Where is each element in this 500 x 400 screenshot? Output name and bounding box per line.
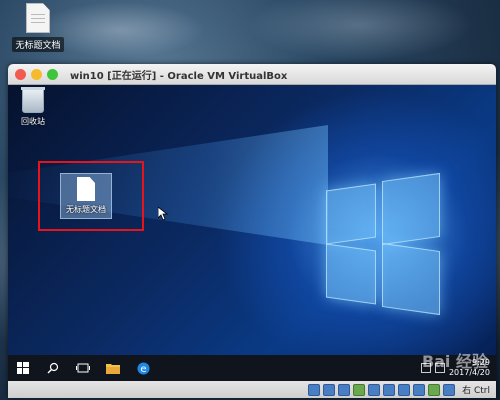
audio-icon[interactable] [338,383,351,396]
hard-disk-icon[interactable] [308,383,321,396]
host-desktop-file-icon[interactable]: 无标题文档 [10,3,66,52]
window-title: win10 [正在运行] - Oracle VM VirtualBox [70,70,288,82]
logo-pane [326,183,376,245]
task-view-icon[interactable] [68,355,98,381]
edge-browser-icon[interactable]: e [128,355,158,381]
cpu-activity-icon[interactable] [428,383,441,396]
mouse-cursor-icon [158,207,168,221]
optical-drive-icon[interactable] [323,383,336,396]
windows-start-icon[interactable] [8,355,38,381]
search-icon[interactable] [38,355,68,381]
host-file-label: 无标题文档 [12,37,64,52]
guest-document-icon[interactable]: 无标题文档 [60,173,112,219]
file-explorer-icon[interactable] [98,355,128,381]
video-capture-icon[interactable] [413,383,426,396]
guest-desktop[interactable]: 回收站 无标题文档 [8,85,496,355]
window-titlebar[interactable]: win10 [正在运行] - Oracle VM VirtualBox [8,64,496,85]
baidu-watermark: Bai 经验 [421,352,488,371]
mouse-integration-icon[interactable] [443,383,456,396]
display-icon[interactable] [398,383,411,396]
logo-pane [382,172,440,246]
guest-document-label: 无标题文档 [66,205,106,214]
logo-pane [382,242,440,316]
recycle-bin-label: 回收站 [21,117,45,126]
host-key-label: 右 Ctrl [462,386,490,396]
virtualbox-statusbar: 右 Ctrl [8,381,496,398]
shared-folders-icon[interactable] [383,383,396,396]
usb-icon[interactable] [368,383,381,396]
windows-logo-wallpaper [308,172,448,335]
document-icon [26,3,50,33]
svg-text:e: e [140,364,146,375]
network-adapter-icon[interactable] [353,383,366,396]
close-button[interactable] [15,68,26,80]
logo-pane [326,243,376,305]
minimize-button[interactable] [31,68,42,80]
trash-icon [21,87,45,113]
recycle-bin-icon[interactable]: 回收站 [16,87,50,127]
maximize-button[interactable] [47,68,58,80]
document-icon [77,177,95,201]
